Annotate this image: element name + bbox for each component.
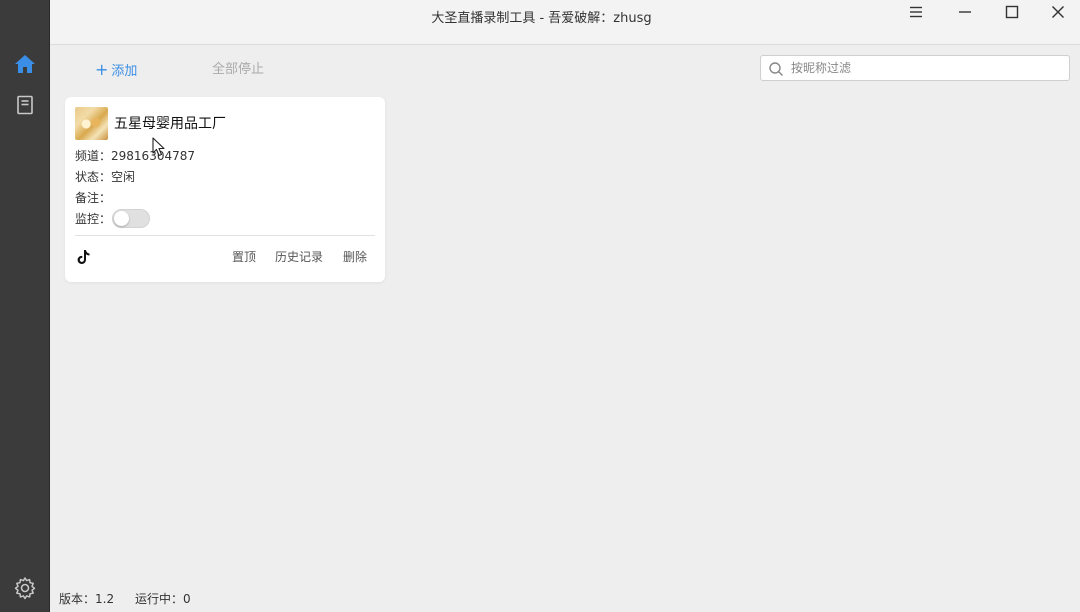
add-button[interactable]: + 添加	[95, 58, 137, 82]
version-text: 版本：1.2	[59, 592, 115, 606]
book-icon	[17, 95, 33, 115]
room-name: 五星母婴用品工厂	[114, 116, 226, 132]
home-icon	[15, 55, 35, 73]
remark-row: 备注：	[75, 189, 111, 207]
remark-label: 备注：	[75, 191, 112, 205]
status-label: 状态：	[75, 170, 112, 184]
room-card: 五星母婴用品工厂 频道：29816304787 状态：空闲 备注： 监控： 置顶…	[65, 97, 385, 282]
toggle-knob	[114, 211, 129, 226]
history-button[interactable]: 历史记录	[275, 248, 323, 266]
channel-row: 频道：29816304787	[75, 147, 195, 165]
mouse-cursor-icon	[152, 137, 165, 157]
window-title: 大圣直播录制工具 - 吾爱破解：zhusg	[431, 11, 652, 26]
stop-all-button[interactable]: 全部停止	[212, 58, 264, 82]
monitor-toggle[interactable]	[112, 209, 150, 228]
maximize-button[interactable]	[989, 0, 1035, 24]
plus-icon: +	[95, 60, 109, 79]
minimize-icon	[959, 11, 971, 13]
running-count-text: 运行中：0	[135, 592, 191, 606]
nav-records-button[interactable]	[0, 85, 50, 125]
gear-icon	[14, 577, 36, 600]
nav-home-button[interactable]	[0, 44, 50, 84]
search-input[interactable]	[791, 58, 1061, 78]
maximize-icon	[1005, 5, 1019, 19]
delete-button[interactable]: 删除	[343, 248, 367, 266]
add-button-label: 添加	[111, 64, 138, 79]
status-row: 状态：空闲	[75, 168, 135, 186]
pin-button[interactable]: 置顶	[232, 248, 256, 266]
sidebar	[0, 0, 50, 612]
monitor-label: 监控：	[75, 212, 112, 226]
close-button[interactable]	[1035, 0, 1080, 24]
channel-label: 频道：	[75, 149, 112, 163]
tiktok-icon	[77, 250, 90, 264]
search-box	[760, 55, 1070, 81]
title-bar: 大圣直播录制工具 - 吾爱破解：zhusg	[50, 0, 1080, 45]
avatar	[75, 107, 108, 140]
settings-button[interactable]	[0, 568, 50, 608]
menu-button[interactable]	[893, 0, 939, 24]
status-value: 空闲	[111, 170, 136, 184]
search-icon	[769, 62, 783, 76]
card-divider	[75, 235, 375, 236]
close-icon	[1052, 6, 1064, 18]
menu-icon	[910, 6, 922, 18]
minimize-button[interactable]	[942, 0, 988, 24]
